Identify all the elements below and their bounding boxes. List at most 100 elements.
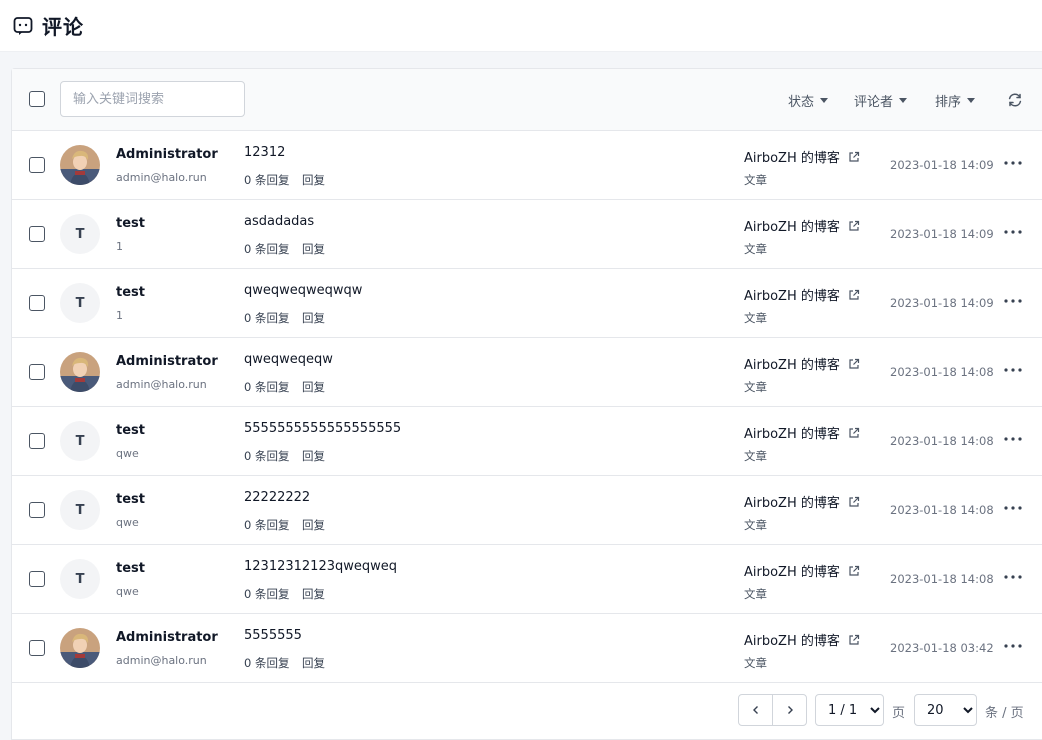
reply-button[interactable]: 回复	[302, 586, 325, 602]
author-email: admin@halo.run	[116, 654, 207, 667]
table-row: Administrator admin@halo.run qweqweqeqw …	[12, 338, 1042, 407]
more-horizontal-icon[interactable]	[1002, 155, 1024, 171]
author-name: Administrator	[116, 354, 218, 369]
comment-content: qweqweqeqw	[244, 352, 333, 367]
external-link-icon[interactable]	[848, 634, 860, 646]
row-checkbox[interactable]	[29, 157, 45, 173]
caret-down-icon	[899, 97, 908, 103]
row-checkbox[interactable]	[29, 295, 45, 311]
sort-filter[interactable]: 排序	[935, 69, 976, 131]
row-checkbox[interactable]	[29, 571, 45, 587]
author-email: 1	[116, 240, 123, 253]
reply-count[interactable]: 0 条回复	[244, 586, 289, 602]
more-horizontal-icon[interactable]	[1002, 224, 1024, 240]
subject-title: AirboZH 的博客	[744, 147, 860, 166]
subject-title: AirboZH 的博客	[744, 561, 860, 580]
commenter-filter[interactable]: 评论者	[854, 69, 908, 131]
reply-button[interactable]: 回复	[302, 448, 325, 464]
refresh-icon[interactable]	[1006, 91, 1024, 109]
more-horizontal-icon[interactable]	[1002, 293, 1024, 309]
reply-button[interactable]: 回复	[302, 241, 325, 257]
status-filter[interactable]: 状态	[788, 69, 829, 131]
author-name: test	[116, 492, 145, 507]
subject-type: 文章	[744, 518, 767, 532]
caret-down-icon	[967, 97, 976, 103]
caret-down-icon	[820, 97, 829, 103]
more-horizontal-icon[interactable]	[1002, 362, 1024, 378]
comment-content: 5555555	[244, 628, 302, 643]
author-email: admin@halo.run	[116, 171, 207, 184]
reply-count[interactable]: 0 条回复	[244, 517, 289, 533]
comment-content: qweqweqweqwqw	[244, 283, 363, 298]
reply-count[interactable]: 0 条回复	[244, 172, 289, 188]
external-link-icon[interactable]	[848, 427, 860, 439]
reply-button[interactable]: 回复	[302, 172, 325, 188]
subject-type: 文章	[744, 173, 767, 187]
external-link-icon[interactable]	[848, 565, 860, 577]
reply-button[interactable]: 回复	[302, 310, 325, 326]
pagination: 1 / 1 页 20 条 / 页	[12, 683, 1042, 739]
comment-icon	[13, 16, 33, 36]
more-horizontal-icon[interactable]	[1002, 500, 1024, 516]
reply-count[interactable]: 0 条回复	[244, 379, 289, 395]
comment-content: 12312312123qweqweq	[244, 559, 397, 574]
sort-filter-label: 排序	[935, 94, 962, 110]
select-all-checkbox[interactable]	[29, 91, 45, 107]
page-title: 评论	[42, 15, 84, 39]
subject-title: AirboZH 的博客	[744, 285, 860, 304]
external-link-icon[interactable]	[848, 220, 860, 232]
author-email: 1	[116, 309, 123, 322]
more-horizontal-icon[interactable]	[1002, 569, 1024, 585]
subject-title-text: AirboZH 的博客	[744, 289, 840, 304]
external-link-icon[interactable]	[848, 358, 860, 370]
page-size-label: 条 / 页	[985, 706, 1024, 721]
reply-button[interactable]: 回复	[302, 655, 325, 671]
subject-type: 文章	[744, 449, 767, 463]
table-row: T test 1 asdadadas 0 条回复 回复 AirboZH 的博客 …	[12, 200, 1042, 269]
comment-time: 2023-01-18 14:09	[890, 296, 994, 310]
more-horizontal-icon[interactable]	[1002, 638, 1024, 654]
subject-title-text: AirboZH 的博客	[744, 427, 840, 442]
row-checkbox[interactable]	[29, 640, 45, 656]
avatar-image	[60, 145, 100, 185]
reply-count[interactable]: 0 条回复	[244, 241, 289, 257]
author-email: qwe	[116, 585, 139, 598]
reply-button[interactable]: 回复	[302, 379, 325, 395]
comment-time: 2023-01-18 14:09	[890, 227, 994, 241]
table-row: Administrator admin@halo.run 12312 0 条回复…	[12, 131, 1042, 200]
prev-page-button[interactable]	[738, 694, 773, 726]
author-name: Administrator	[116, 630, 218, 645]
user-avatar-illustration	[60, 628, 100, 668]
row-checkbox[interactable]	[29, 433, 45, 449]
external-link-icon[interactable]	[848, 289, 860, 301]
avatar-letter: T	[60, 559, 100, 599]
author-name: test	[116, 285, 145, 300]
author-email: admin@halo.run	[116, 378, 207, 391]
row-checkbox[interactable]	[29, 502, 45, 518]
reply-count[interactable]: 0 条回复	[244, 310, 289, 326]
next-page-button[interactable]	[772, 694, 807, 726]
comment-content: 12312	[244, 145, 286, 160]
reply-count[interactable]: 0 条回复	[244, 655, 289, 671]
subject-type: 文章	[744, 656, 767, 670]
user-avatar-illustration	[60, 352, 100, 392]
subject-title-text: AirboZH 的博客	[744, 358, 840, 373]
row-checkbox[interactable]	[29, 364, 45, 380]
avatar-letter: T	[60, 214, 100, 254]
more-horizontal-icon[interactable]	[1002, 431, 1024, 447]
comment-time: 2023-01-18 14:08	[890, 434, 994, 448]
avatar-letter: T	[60, 490, 100, 530]
page-size-select[interactable]: 20	[914, 694, 977, 726]
reply-count[interactable]: 0 条回复	[244, 448, 289, 464]
avatar-letter: T	[60, 421, 100, 461]
row-checkbox[interactable]	[29, 226, 45, 242]
author-name: test	[116, 216, 145, 231]
subject-type: 文章	[744, 587, 767, 601]
page-select[interactable]: 1 / 1	[815, 694, 884, 726]
avatar-image	[60, 352, 100, 392]
external-link-icon[interactable]	[848, 496, 860, 508]
comment-time: 2023-01-18 14:08	[890, 572, 994, 586]
reply-button[interactable]: 回复	[302, 517, 325, 533]
search-input[interactable]	[60, 81, 245, 117]
external-link-icon[interactable]	[848, 151, 860, 163]
